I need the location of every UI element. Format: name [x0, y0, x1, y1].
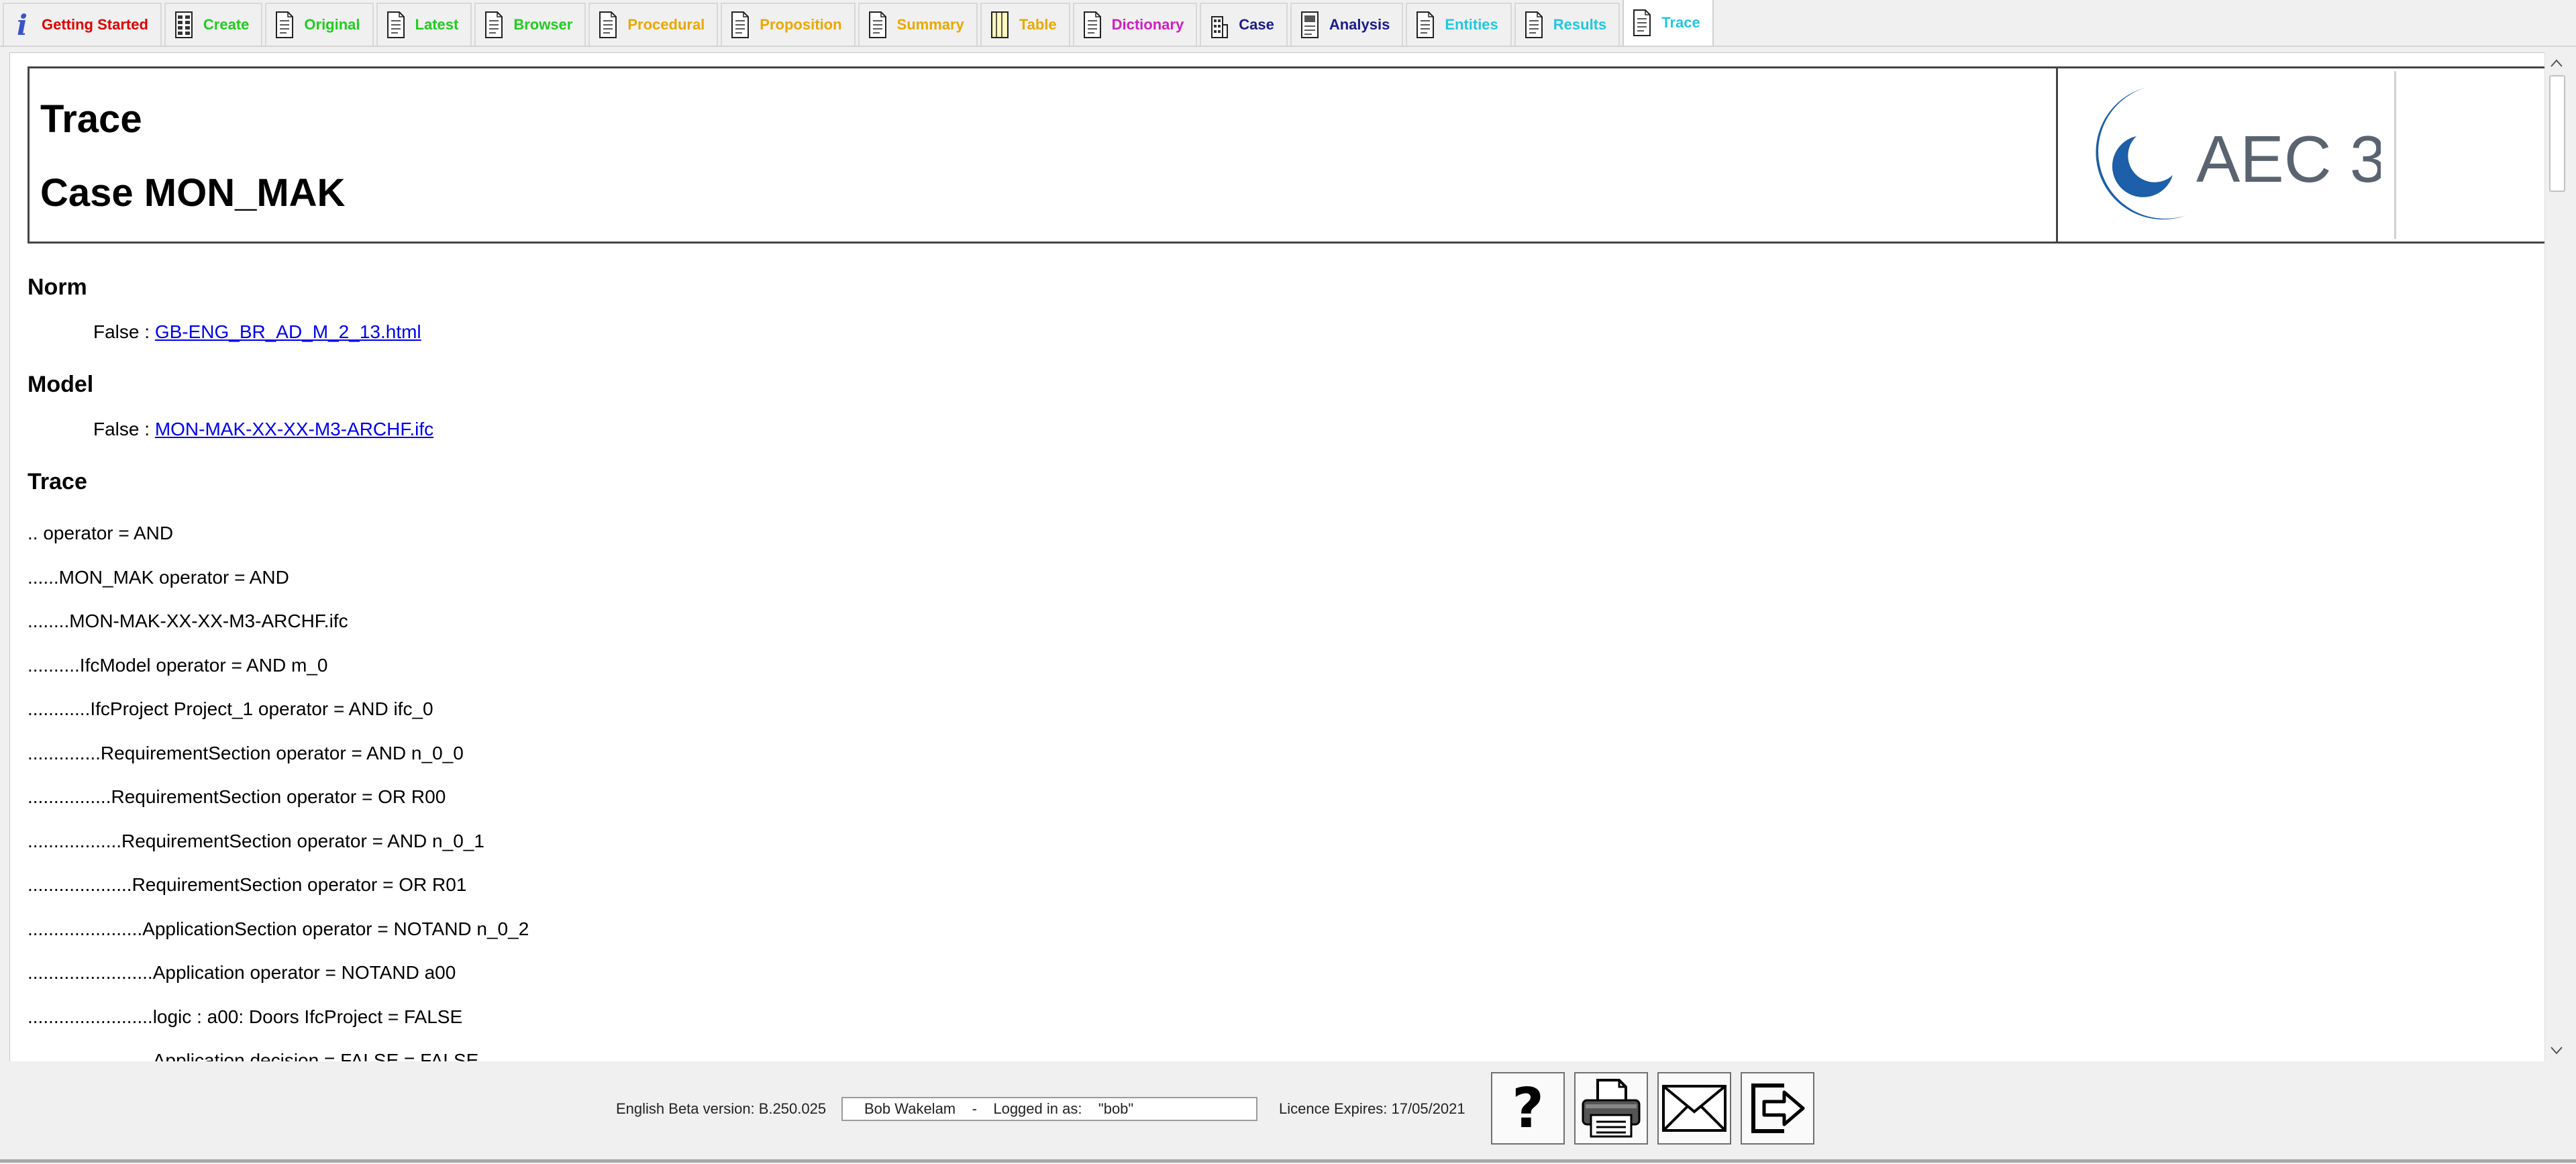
tab-label: Table — [1019, 16, 1057, 33]
header-divider — [2056, 68, 2058, 242]
document-icon — [730, 10, 750, 40]
tab-proposition[interactable]: Proposition — [721, 3, 856, 46]
report-header: Trace Case MON_MAK AEC 3 — [28, 66, 2545, 244]
tab-label: Trace — [1661, 14, 1700, 31]
norm-value: False : — [93, 321, 155, 342]
document-icon — [1524, 10, 1544, 40]
model-row: False : MON-MAK-XX-XX-M3-ARCHF.ifc — [93, 419, 433, 440]
trace-line: ....................RequirementSection o… — [28, 874, 467, 895]
tab-label: Results — [1553, 16, 1607, 33]
tab-summary[interactable]: Summary — [858, 3, 978, 46]
document-icon — [868, 10, 888, 40]
scroll-down-icon[interactable] — [2545, 1040, 2568, 1061]
tab-results[interactable]: Results — [1514, 3, 1620, 46]
table-icon — [174, 10, 194, 40]
envelope-icon — [1662, 1085, 1727, 1132]
logo-text: AEC 3 — [2196, 122, 2381, 196]
tab-label: Latest — [415, 16, 459, 33]
help-button[interactable]: ? — [1491, 1072, 1565, 1145]
tab-label: Entities — [1445, 16, 1498, 33]
trace-line: ........................Application oper… — [28, 962, 456, 983]
tab-label: Summary — [896, 16, 964, 33]
tab-entities[interactable]: Entities — [1406, 3, 1512, 46]
document-icon — [598, 10, 618, 40]
tab-getting-started[interactable]: i Getting Started — [3, 3, 162, 46]
tab-label: Create — [203, 16, 250, 33]
trace-line: ................RequirementSection opera… — [28, 786, 446, 807]
scrollbar-thumb[interactable] — [2549, 75, 2565, 192]
tab-bar: i Getting Started Create Original Latest Brow… — [0, 0, 2576, 47]
document-icon — [1082, 10, 1102, 40]
licence-label: Licence Expires: 17/05/2021 — [1279, 1100, 1465, 1117]
email-button[interactable] — [1657, 1072, 1731, 1145]
document-icon — [386, 10, 406, 40]
trace-line: ............IfcProject Project_1 operato… — [28, 698, 433, 719]
model-heading: Model — [28, 372, 94, 397]
building-icon — [1209, 10, 1229, 40]
model-link[interactable]: MON-MAK-XX-XX-M3-ARCHF.ifc — [155, 419, 433, 439]
exit-icon — [1751, 1083, 1805, 1133]
document-icon — [274, 10, 295, 40]
page-title: Trace — [40, 97, 142, 141]
model-value: False : — [93, 419, 155, 439]
exit-button[interactable] — [1741, 1072, 1814, 1145]
norm-link[interactable]: GB-ENG_BR_AD_M_2_13.html — [155, 321, 421, 342]
notepad-icon — [990, 10, 1010, 40]
tab-label: Proposition — [760, 16, 842, 33]
info-icon: i — [17, 8, 28, 42]
analysis-icon — [1300, 10, 1320, 40]
trace-line: ..................RequirementSection ope… — [28, 830, 484, 851]
trace-line: ......................ApplicationSection… — [28, 918, 529, 939]
tab-label: Procedural — [627, 16, 705, 33]
norm-heading: Norm — [28, 274, 87, 300]
trace-line: ........................logic : a00: Doo… — [28, 1006, 463, 1027]
tab-original[interactable]: Original — [265, 3, 374, 46]
document-icon — [1632, 8, 1652, 38]
trace-line: ..............RequirementSection operato… — [28, 742, 464, 763]
login-status-field: Bob Wakelam - Logged in as: "bob" — [841, 1097, 1257, 1121]
tab-procedural[interactable]: Procedural — [588, 3, 719, 46]
trace-line: .. operator = AND — [28, 523, 174, 543]
norm-row: False : GB-ENG_BR_AD_M_2_13.html — [93, 321, 421, 343]
vertical-scrollbar[interactable] — [2544, 52, 2568, 1061]
tab-label: Getting Started — [42, 16, 148, 33]
tab-browser[interactable]: Browser — [474, 3, 586, 46]
document-icon — [484, 10, 504, 40]
tab-latest[interactable]: Latest — [376, 3, 472, 46]
tab-create[interactable]: Create — [164, 3, 263, 46]
trace-line: ......MON_MAK operator = AND — [28, 566, 289, 588]
tab-label: Case — [1239, 16, 1274, 33]
printer-icon — [1582, 1079, 1641, 1138]
tab-dictionary[interactable]: Dictionary — [1072, 3, 1198, 46]
tab-case[interactable]: Case — [1200, 3, 1288, 46]
status-footer: English Beta version: B.250.025 Bob Wake… — [0, 1061, 2576, 1164]
trace-heading: Trace — [28, 469, 87, 494]
window-bottom-edge — [0, 1159, 2576, 1163]
trace-line: ..........IfcModel operator = AND m_0 — [28, 654, 328, 676]
document-icon — [1415, 10, 1435, 40]
aec3-logo-icon: AEC 3 — [2096, 88, 2381, 220]
question-icon: ? — [1512, 1076, 1544, 1141]
scroll-up-icon[interactable] — [2545, 52, 2568, 74]
tab-trace[interactable]: Trace — [1622, 0, 1714, 46]
tab-label: Browser — [513, 16, 573, 33]
tab-table[interactable]: Table — [980, 3, 1070, 46]
aec3-logo: AEC 3 — [2059, 71, 2396, 239]
case-title: Case MON_MAK — [40, 171, 346, 215]
tab-label: Analysis — [1329, 16, 1390, 33]
trace-report-panel: Trace Case MON_MAK AEC 3 Norm False : GB… — [9, 52, 2546, 1063]
tab-label: Original — [304, 16, 360, 33]
tab-label: Dictionary — [1111, 16, 1184, 33]
print-button[interactable] — [1574, 1072, 1648, 1145]
version-label: English Beta version: B.250.025 — [616, 1100, 827, 1117]
tab-analysis[interactable]: Analysis — [1290, 3, 1404, 46]
trace-line: ........MON-MAK-XX-XX-M3-ARCHF.ifc — [28, 611, 348, 631]
